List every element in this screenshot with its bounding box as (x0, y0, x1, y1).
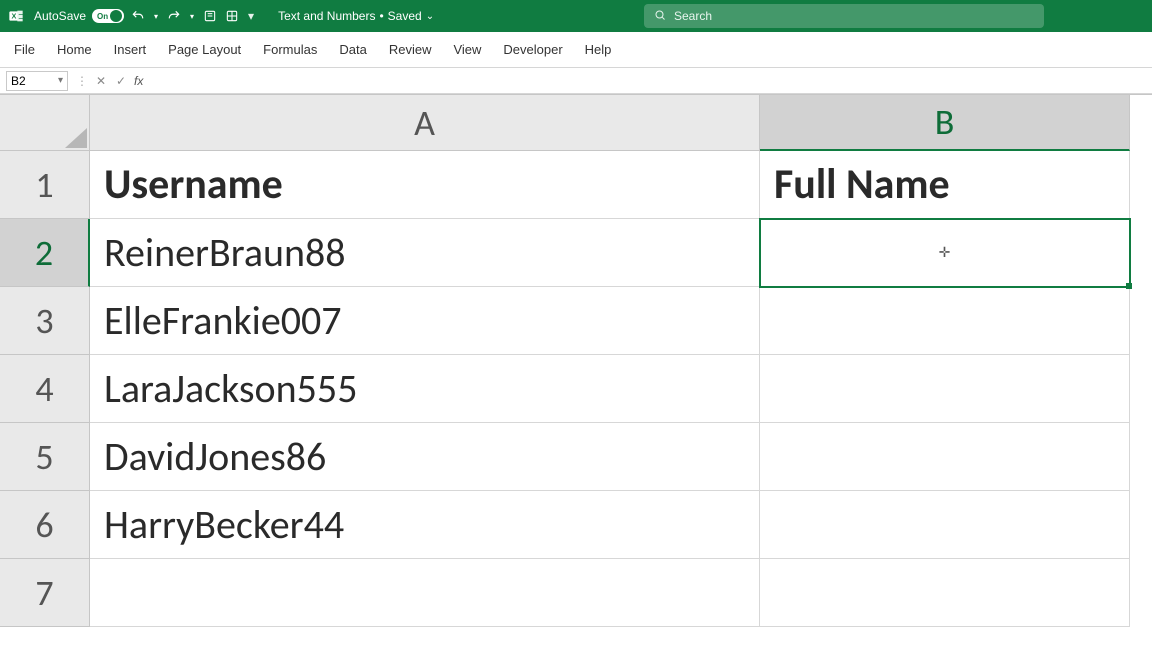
qat-overflow-icon[interactable]: ▾ (248, 9, 254, 23)
chevron-down-icon: ⌄ (426, 11, 434, 22)
document-name: Text and Numbers (278, 9, 375, 23)
enter-icon[interactable]: ✓ (114, 74, 128, 88)
chevron-down-icon[interactable]: ▾ (188, 8, 196, 24)
row-header-5[interactable]: 5 (0, 423, 90, 491)
cell-a5[interactable]: DavidJones86 (90, 423, 760, 491)
row-header-6[interactable]: 6 (0, 491, 90, 559)
cell-cursor-icon: ✛ (939, 244, 951, 261)
cell-a7[interactable] (90, 559, 760, 627)
tab-insert[interactable]: Insert (114, 42, 147, 57)
formula-input[interactable] (149, 74, 1049, 88)
search-box[interactable] (644, 4, 1044, 28)
ribbon-tabs: File Home Insert Page Layout Formulas Da… (0, 32, 1152, 68)
cell-a6[interactable]: HarryBecker44 (90, 491, 760, 559)
cell-a3[interactable]: ElleFrankie007 (90, 287, 760, 355)
document-title[interactable]: Text and Numbers • Saved ⌄ (278, 9, 434, 23)
search-input[interactable] (674, 9, 1034, 23)
formula-bar: B2 ▾ ⋮ ✕ ✓ fx (0, 68, 1152, 94)
cell-b7[interactable] (760, 559, 1130, 627)
fx-icon[interactable]: fx (134, 74, 143, 88)
qat-icon-2[interactable] (224, 8, 240, 24)
cell-b5[interactable] (760, 423, 1130, 491)
cell-b1[interactable]: Full Name (760, 151, 1130, 219)
undo-icon[interactable] (130, 8, 146, 24)
chevron-down-icon[interactable]: ▾ (152, 8, 160, 24)
chevron-down-icon[interactable]: ▾ (58, 75, 63, 86)
cell-b4[interactable] (760, 355, 1130, 423)
document-status: Saved (388, 9, 422, 23)
tab-file[interactable]: File (14, 42, 35, 57)
toggle-knob (110, 10, 122, 22)
row-header-1[interactable]: 1 (0, 151, 90, 219)
tab-help[interactable]: Help (585, 42, 612, 57)
name-box-value: B2 (11, 74, 26, 88)
name-box[interactable]: B2 ▾ (6, 71, 68, 91)
cell-a1[interactable]: Username (90, 151, 760, 219)
cell-b2[interactable]: ✛ (760, 219, 1130, 287)
autosave-on-text: On (97, 12, 108, 21)
tab-view[interactable]: View (453, 42, 481, 57)
column-header-b[interactable]: B (760, 95, 1130, 151)
title-bar: X AutoSave On ▾ ▾ ▾ Text and Numbers • S… (0, 0, 1152, 32)
cell-a4[interactable]: LaraJackson555 (90, 355, 760, 423)
autosave-toggle[interactable]: On (92, 9, 124, 23)
row-header-7[interactable]: 7 (0, 559, 90, 627)
tab-page-layout[interactable]: Page Layout (168, 42, 241, 57)
column-header-a[interactable]: A (90, 95, 760, 151)
tab-data[interactable]: Data (339, 42, 366, 57)
excel-icon: X (8, 8, 24, 24)
search-icon (654, 9, 666, 24)
row-header-3[interactable]: 3 (0, 287, 90, 355)
tab-review[interactable]: Review (389, 42, 432, 57)
row-header-4[interactable]: 4 (0, 355, 90, 423)
tab-formulas[interactable]: Formulas (263, 42, 317, 57)
divider: ⋮ (76, 74, 88, 88)
row-header-2[interactable]: 2 (0, 219, 90, 287)
cell-b3[interactable] (760, 287, 1130, 355)
formula-bar-controls: ⋮ ✕ ✓ fx (76, 74, 143, 88)
qat-icon-1[interactable] (202, 8, 218, 24)
svg-text:X: X (12, 12, 17, 21)
redo-icon[interactable] (166, 8, 182, 24)
cell-a2[interactable]: ReinerBraun88 (90, 219, 760, 287)
tab-home[interactable]: Home (57, 42, 92, 57)
spreadsheet-grid: A B 1 Username Full Name 2 ReinerBraun88… (0, 94, 1152, 627)
select-all-corner[interactable] (0, 95, 90, 151)
cell-b6[interactable] (760, 491, 1130, 559)
autosave-label: AutoSave (34, 9, 86, 23)
cancel-icon[interactable]: ✕ (94, 74, 108, 88)
tab-developer[interactable]: Developer (503, 42, 562, 57)
